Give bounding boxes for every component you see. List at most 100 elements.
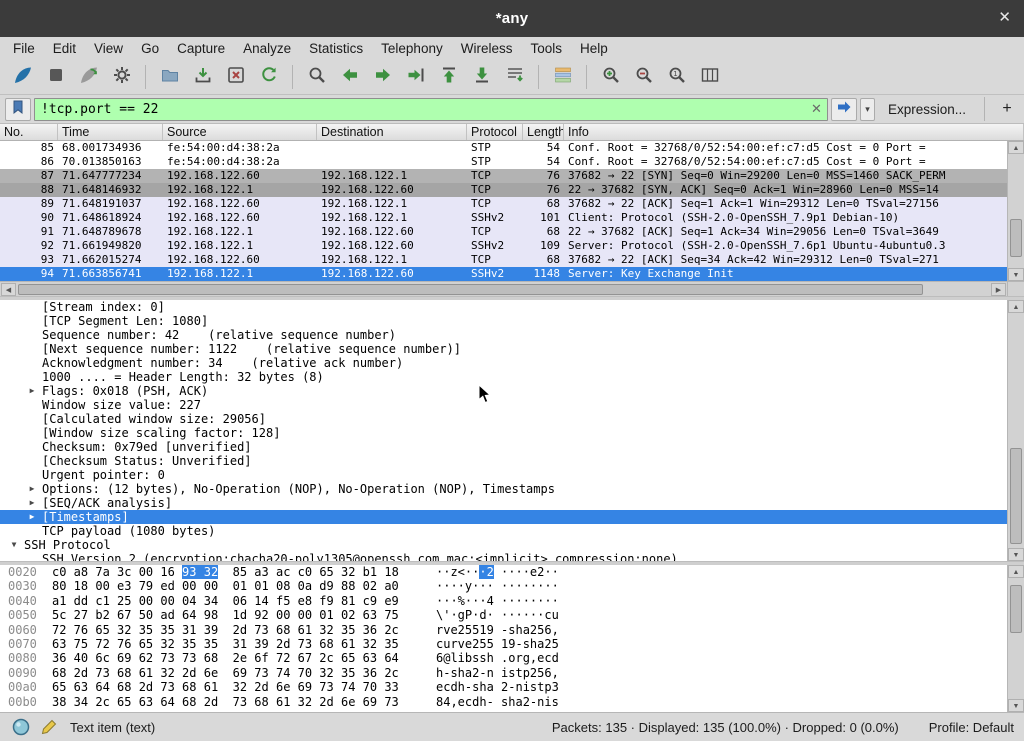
hex-row[interactable]: 009068 2d 73 68 61 32 2d 6e 69 73 74 70 … [0, 666, 1007, 680]
expander-collapsed-icon[interactable]: ▶ [26, 482, 38, 496]
auto-scroll-button[interactable] [499, 62, 530, 91]
detail-line[interactable]: [Stream index: 0] [0, 300, 1007, 314]
resize-columns-button[interactable] [694, 62, 725, 91]
menu-analyze[interactable]: Analyze [234, 39, 300, 58]
filter-dropdown-button[interactable]: ▾ [860, 98, 875, 121]
detail-line[interactable]: 1000 .... = Header Length: 32 bytes (8) [0, 370, 1007, 384]
zoom-original-button[interactable]: 1 [661, 62, 692, 91]
detail-line[interactable]: [Calculated window size: 29056] [0, 412, 1007, 426]
scroll-up-icon[interactable]: ▲ [1008, 300, 1024, 313]
expander-collapsed-icon[interactable]: ▶ [26, 510, 38, 524]
colorize-button[interactable] [547, 62, 578, 91]
expression-button[interactable]: Expression... [888, 102, 966, 117]
hex-scroll-thumb[interactable] [1010, 585, 1022, 633]
packet-row-89[interactable]: 8971.648191037192.168.122.60192.168.122.… [0, 197, 1007, 211]
menu-tools[interactable]: Tools [521, 39, 571, 58]
column-header-protocol[interactable]: Protocol [467, 124, 523, 140]
filter-bookmark-button[interactable] [5, 98, 31, 121]
hex-row[interactable]: 006072 76 65 32 35 35 31 39 2d 73 68 61 … [0, 623, 1007, 637]
column-header-no[interactable]: No. [0, 124, 58, 140]
packet-row-85[interactable]: 8568.001734936fe:54:00:d4:38:2aSTP54Conf… [0, 141, 1007, 155]
column-header-destination[interactable]: Destination [317, 124, 467, 140]
packet-list-vscrollbar[interactable]: ▲ ▼ [1007, 141, 1024, 281]
detail-line[interactable]: ▶[SEQ/ACK analysis] [0, 496, 1007, 510]
detail-vscrollbar[interactable]: ▲ ▼ [1007, 300, 1024, 561]
column-header-time[interactable]: Time [58, 124, 163, 140]
hex-row[interactable]: 00a065 63 64 68 2d 73 68 61 32 2d 6e 69 … [0, 680, 1007, 694]
menu-go[interactable]: Go [132, 39, 168, 58]
menu-capture[interactable]: Capture [168, 39, 234, 58]
restart-capture-button[interactable] [73, 62, 104, 91]
scroll-up-icon[interactable]: ▲ [1008, 565, 1024, 578]
zoom-in-button[interactable] [595, 62, 626, 91]
detail-line[interactable]: [Window size scaling factor: 128] [0, 426, 1007, 440]
menu-telephony[interactable]: Telephony [372, 39, 452, 58]
menu-file[interactable]: File [4, 39, 44, 58]
detail-line[interactable]: [Next sequence number: 1122 (relative se… [0, 342, 1007, 356]
packet-row-90[interactable]: 9071.648618924192.168.122.60192.168.122.… [0, 211, 1007, 225]
menu-view[interactable]: View [85, 39, 132, 58]
packet-list-scroll-thumb[interactable] [1010, 219, 1022, 257]
column-header-length[interactable]: Length [523, 124, 564, 140]
hex-row[interactable]: 007063 75 72 76 65 32 35 35 31 39 2d 73 … [0, 637, 1007, 651]
packet-row-93[interactable]: 9371.662015274192.168.122.60192.168.122.… [0, 253, 1007, 267]
detail-line[interactable]: Sequence number: 42 (relative sequence n… [0, 328, 1007, 342]
hex-row[interactable]: 00505c 27 b2 67 50 ad 64 98 1d 92 00 00 … [0, 608, 1007, 622]
packet-row-92[interactable]: 9271.661949820192.168.122.1192.168.122.6… [0, 239, 1007, 253]
hex-row[interactable]: 003080 18 00 e3 79 ed 00 00 01 01 08 0a … [0, 579, 1007, 593]
expander-collapsed-icon[interactable]: ▶ [26, 496, 38, 510]
column-header-source[interactable]: Source [163, 124, 317, 140]
status-profile-button[interactable]: Profile: Default [929, 720, 1014, 735]
menu-statistics[interactable]: Statistics [300, 39, 372, 58]
detail-line[interactable]: ▶[Timestamps] [0, 510, 1007, 524]
go-first-button[interactable] [433, 62, 464, 91]
scroll-left-icon[interactable]: ◀ [1, 283, 16, 296]
clear-filter-icon[interactable]: ✕ [811, 101, 822, 117]
detail-line[interactable]: ▶Flags: 0x018 (PSH, ACK) [0, 384, 1007, 398]
menu-edit[interactable]: Edit [44, 39, 85, 58]
display-filter-input[interactable] [34, 98, 828, 121]
packet-list-hscroll-thumb[interactable] [18, 284, 923, 295]
detail-line[interactable]: ▼SSH Protocol [0, 538, 1007, 552]
hex-row[interactable]: 008036 40 6c 69 62 73 73 68 2e 6f 72 67 … [0, 651, 1007, 665]
close-window-button[interactable]: ✕ [998, 9, 1011, 27]
capture-comment-icon[interactable] [38, 716, 60, 738]
expander-collapsed-icon[interactable]: ▶ [26, 384, 38, 398]
reload-file-button[interactable] [253, 62, 284, 91]
scroll-right-icon[interactable]: ▶ [991, 283, 1006, 296]
column-header-info[interactable]: Info [564, 124, 1024, 140]
hex-row[interactable]: 0020c0 a8 7a 3c 00 16 93 32 85 a3 ac c0 … [0, 565, 1007, 579]
detail-line[interactable]: Urgent pointer: 0 [0, 468, 1007, 482]
menu-wireless[interactable]: Wireless [452, 39, 522, 58]
scroll-up-icon[interactable]: ▲ [1008, 141, 1024, 154]
packet-row-88[interactable]: 8871.648146932192.168.122.1192.168.122.6… [0, 183, 1007, 197]
stop-capture-button[interactable] [40, 62, 71, 91]
add-filter-button[interactable]: + [995, 98, 1019, 121]
detail-line[interactable]: TCP payload (1080 bytes) [0, 524, 1007, 538]
hex-row[interactable]: 00b038 34 2c 65 63 64 68 2d 73 68 61 32 … [0, 695, 1007, 709]
scroll-down-icon[interactable]: ▼ [1008, 548, 1024, 561]
save-file-button[interactable] [187, 62, 218, 91]
detail-scroll-thumb[interactable] [1010, 448, 1022, 544]
go-back-button[interactable] [334, 62, 365, 91]
packet-row-87[interactable]: 8771.647777234192.168.122.60192.168.122.… [0, 169, 1007, 183]
close-file-button[interactable] [220, 62, 251, 91]
go-to-packet-button[interactable] [400, 62, 431, 91]
expander-expanded-icon[interactable]: ▼ [8, 538, 20, 552]
go-forward-button[interactable] [367, 62, 398, 91]
expert-info-icon[interactable] [10, 716, 32, 738]
detail-line[interactable]: Window size value: 227 [0, 398, 1007, 412]
detail-line[interactable]: [TCP Segment Len: 1080] [0, 314, 1007, 328]
start-capture-button[interactable] [7, 62, 38, 91]
packet-row-86[interactable]: 8670.013850163fe:54:00:d4:38:2aSTP54Conf… [0, 155, 1007, 169]
apply-filter-button[interactable] [831, 98, 857, 121]
menu-help[interactable]: Help [571, 39, 617, 58]
packet-list-hscrollbar[interactable]: ◀ ▶ [0, 281, 1007, 296]
zoom-out-button[interactable] [628, 62, 659, 91]
capture-options-button[interactable] [106, 62, 137, 91]
scroll-down-icon[interactable]: ▼ [1008, 268, 1024, 281]
open-file-button[interactable] [154, 62, 185, 91]
detail-line[interactable]: Acknowledgment number: 34 (relative ack … [0, 356, 1007, 370]
detail-line[interactable]: ▶Options: (12 bytes), No-Operation (NOP)… [0, 482, 1007, 496]
scroll-down-icon[interactable]: ▼ [1008, 699, 1024, 712]
